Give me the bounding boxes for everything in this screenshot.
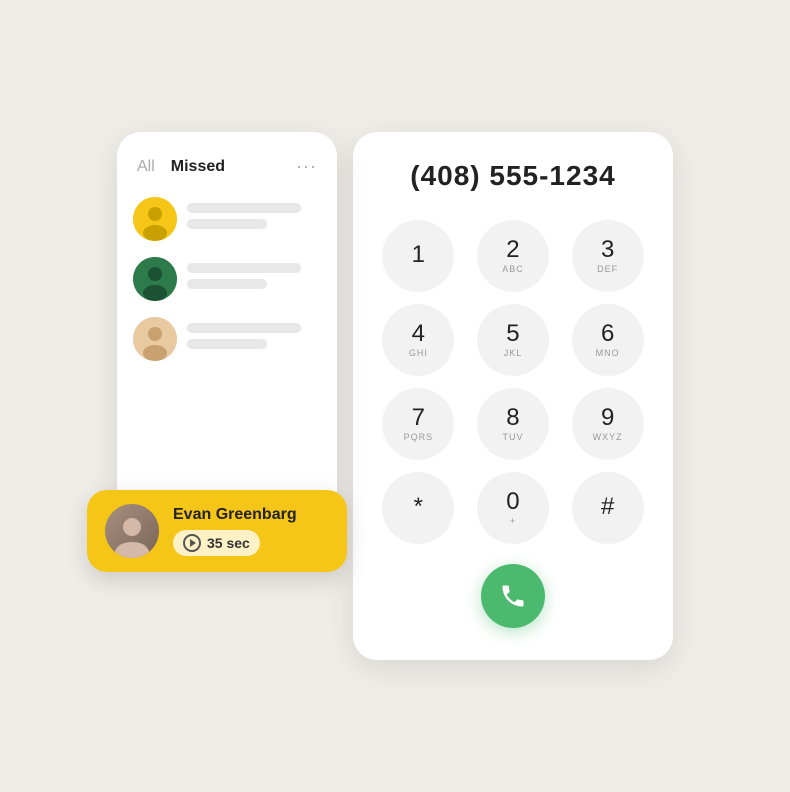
key-num-8: 8 xyxy=(506,406,519,430)
skeleton-detail-1 xyxy=(187,219,267,229)
tab-all[interactable]: All xyxy=(137,158,155,176)
call-info-1 xyxy=(187,203,321,235)
dialpad-grid: 1 2 ABC 3 DEF 4 GHI 5 JKL 6 MNO xyxy=(377,220,649,544)
play-triangle xyxy=(190,539,196,547)
call-list xyxy=(133,197,321,361)
play-icon[interactable] xyxy=(183,534,201,552)
key-letters-2: ABC xyxy=(502,264,524,274)
duration-text: 35 sec xyxy=(207,535,250,551)
call-item-1[interactable] xyxy=(133,197,321,241)
key-num-6: 6 xyxy=(601,322,614,346)
key-num-hash: # xyxy=(601,495,614,519)
key-letters-7: PQRS xyxy=(404,432,434,442)
call-info-2 xyxy=(187,263,321,295)
skeleton-name-3 xyxy=(187,323,301,333)
dial-key-4[interactable]: 4 GHI xyxy=(382,304,454,376)
key-letters-0: + xyxy=(510,516,516,526)
dialer-number-display: (408) 555-1234 xyxy=(377,160,649,192)
key-num-4: 4 xyxy=(412,322,425,346)
tab-more[interactable]: ··· xyxy=(296,156,317,177)
skeleton-name-1 xyxy=(187,203,301,213)
skeleton-name-2 xyxy=(187,263,301,273)
phone-icon xyxy=(499,582,527,610)
dial-key-9[interactable]: 9 WXYZ xyxy=(572,388,644,460)
dial-key-6[interactable]: 6 MNO xyxy=(572,304,644,376)
call-log-panel: All Missed ··· xyxy=(117,132,337,512)
key-letters-4: GHI xyxy=(409,348,428,358)
key-letters-8: TUV xyxy=(502,432,523,442)
avatar-3 xyxy=(133,317,177,361)
skeleton-detail-3 xyxy=(187,339,267,349)
notification-avatar xyxy=(105,504,159,558)
avatar-1 xyxy=(133,197,177,241)
key-num-3: 3 xyxy=(601,238,614,262)
avatar-2 xyxy=(133,257,177,301)
key-num-9: 9 xyxy=(601,406,614,430)
dial-key-star[interactable]: * xyxy=(382,472,454,544)
key-num-0: 0 xyxy=(506,490,519,514)
key-letters-9: WXYZ xyxy=(593,432,623,442)
skeleton-detail-2 xyxy=(187,279,267,289)
dial-key-1[interactable]: 1 xyxy=(382,220,454,292)
key-num-7: 7 xyxy=(412,406,425,430)
key-num-5: 5 xyxy=(506,322,519,346)
dial-key-8[interactable]: 8 TUV xyxy=(477,388,549,460)
key-letters-3: DEF xyxy=(597,264,618,274)
dial-key-7[interactable]: 7 PQRS xyxy=(382,388,454,460)
main-container: All Missed ··· xyxy=(117,132,673,660)
dial-key-hash[interactable]: # xyxy=(572,472,644,544)
call-item-2[interactable] xyxy=(133,257,321,301)
notification-duration-badge[interactable]: 35 sec xyxy=(173,530,260,556)
call-info-3 xyxy=(187,323,321,355)
key-num-1: 1 xyxy=(412,243,425,267)
dial-key-2[interactable]: 2 ABC xyxy=(477,220,549,292)
tab-missed[interactable]: Missed xyxy=(171,158,225,176)
call-button-row xyxy=(377,564,649,628)
call-item-3[interactable] xyxy=(133,317,321,361)
dial-key-5[interactable]: 5 JKL xyxy=(477,304,549,376)
key-letters-5: JKL xyxy=(504,348,523,358)
dialer-panel: (408) 555-1234 1 2 ABC 3 DEF 4 GHI 5 xyxy=(353,132,673,660)
notification-card[interactable]: Evan Greenbarg 35 sec xyxy=(87,490,347,572)
dial-key-0[interactable]: 0 + xyxy=(477,472,549,544)
notification-info: Evan Greenbarg 35 sec xyxy=(173,506,297,556)
key-letters-6: MNO xyxy=(596,348,620,358)
notification-name: Evan Greenbarg xyxy=(173,506,297,524)
key-num-star: * xyxy=(414,495,423,519)
call-button[interactable] xyxy=(481,564,545,628)
call-log-tabs: All Missed ··· xyxy=(133,156,321,177)
dial-key-3[interactable]: 3 DEF xyxy=(572,220,644,292)
key-num-2: 2 xyxy=(506,238,519,262)
